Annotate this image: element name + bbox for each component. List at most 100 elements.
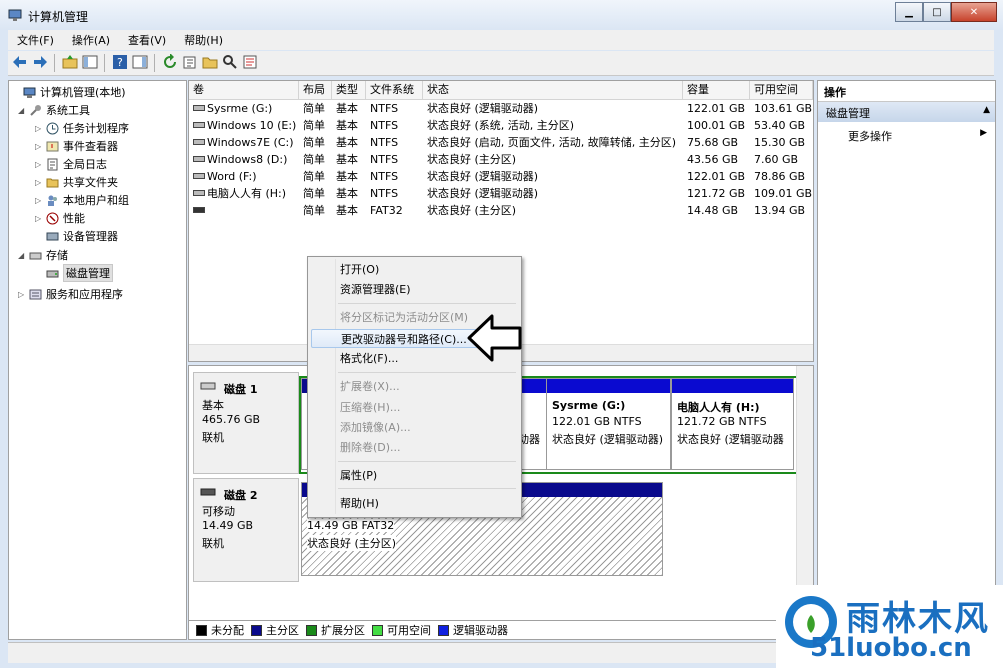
minimize-icon: ▁ [905, 6, 913, 18]
partition-sysrme[interactable]: Sysrme (G:) 122.01 GB NTFS 状态良好 (逻辑驱动器) [546, 378, 671, 470]
vertical-scrollbar[interactable] [796, 366, 813, 622]
help-icon[interactable]: ? [112, 54, 128, 70]
cell-filesystem: NTFS [370, 187, 399, 200]
up-folder-icon[interactable] [62, 54, 78, 70]
minimize-button[interactable]: ▁ [895, 2, 923, 22]
column-header-capacity[interactable]: 容量 [683, 81, 750, 99]
cell-filesystem: NTFS [370, 136, 399, 149]
menu-item-extend: 扩展卷(X)... [340, 380, 400, 393]
legend-swatch [438, 624, 449, 636]
disk1-size: 465.76 GB [202, 413, 261, 426]
partition-size: 121.72 GB NTFS [677, 415, 767, 428]
tree-item-label: 计算机管理(本地) [40, 86, 126, 99]
open-folder-icon[interactable] [202, 54, 218, 70]
expand-arrow-icon[interactable]: ▷ [35, 142, 44, 151]
tree-item-disk-management[interactable]: 磁盘管理 [35, 264, 113, 282]
properties-icon[interactable] [242, 54, 258, 70]
expand-arrow-icon[interactable]: ▷ [18, 290, 27, 299]
disk2-size: 14.49 GB [202, 519, 254, 532]
tree-item-event-viewer[interactable]: ▷ 事件查看器 [35, 138, 118, 154]
volume-icon [193, 173, 205, 179]
menu-action[interactable]: 操作(A) [63, 32, 119, 48]
menu-item-open[interactable]: 打开(O) [311, 260, 516, 279]
expand-arrow-icon[interactable]: ▷ [35, 196, 44, 205]
title-bar: 计算机管理 ▁ □ ✕ [0, 0, 1003, 30]
column-header-free-space[interactable]: 可用空间 [750, 81, 813, 99]
menu-file[interactable]: 文件(F) [8, 32, 63, 48]
tree-item-label: 系统工具 [46, 104, 90, 117]
table-row[interactable]: Windows 10 (E:) 简单 基本 NTFS 状态良好 (系统, 活动, 主分区… [189, 117, 813, 134]
table-row[interactable]: 简单 基本 FAT32 状态良好 (主分区) 14.48 GB 13.94 GB [189, 202, 813, 219]
refresh-icon[interactable] [162, 54, 178, 70]
tree-item-local-users[interactable]: ▷ 本地用户和组 [35, 192, 129, 208]
forward-arrow-icon[interactable] [32, 54, 48, 70]
collapse-arrow-icon[interactable]: ◢ [18, 106, 27, 115]
table-row[interactable]: 电脑人人有 (H:) 简单 基本 NTFS 状态良好 (逻辑驱动器) 121.72 GB 1… [189, 185, 813, 202]
actions-section-disk-management[interactable]: 磁盘管理 ▲ [818, 102, 995, 122]
navigation-tree: 计算机管理(本地) ◢ 系统工具 ▷ 任务计划程序 ▷ 事件查看器 ▷ 全局日志 ▷ 共享… [8, 80, 187, 640]
cell-status: 状态良好 (主分区) [427, 153, 517, 166]
table-row[interactable]: Windows8 (D:) 简单 基本 NTFS 状态良好 (主分区) 43.56 GB 7… [189, 151, 813, 168]
tree-item-storage[interactable]: ◢ 存储 [18, 247, 68, 263]
tools-icon [30, 104, 41, 116]
close-icon: ✕ [969, 6, 979, 18]
column-header-layout[interactable]: 布局 [299, 81, 332, 99]
expand-arrow-icon[interactable]: ▷ [35, 124, 44, 133]
tree-item-label: 磁盘管理 [63, 264, 113, 282]
menu-help[interactable]: 帮助(H) [175, 32, 232, 48]
cell-type: 基本 [336, 153, 358, 166]
volume-icon [193, 207, 205, 213]
tree-item-task-scheduler[interactable]: ▷ 任务计划程序 [35, 120, 129, 136]
cell-filesystem: NTFS [370, 119, 399, 132]
menu-item-explore[interactable]: 资源管理器(E) [311, 280, 516, 299]
expand-arrow-icon[interactable]: ▷ [35, 214, 44, 223]
table-row[interactable]: Sysrme (G:) 简单 基本 NTFS 状态良好 (逻辑驱动器) 122.01 GB… [189, 100, 813, 117]
legend-item: 逻辑驱动器 [438, 622, 508, 638]
tree-item-root[interactable]: 计算机管理(本地) [12, 84, 126, 100]
disk2-label[interactable]: 磁盘 2 可移动 14.49 GB 联机 [193, 478, 299, 582]
menu-item-properties[interactable]: 属性(P) [311, 466, 516, 485]
tree-item-shared-folders[interactable]: ▷ 共享文件夹 [35, 174, 118, 190]
partition-renren[interactable]: 电脑人人有 (H:) 121.72 GB NTFS 状态良好 (逻辑驱动器 [671, 378, 794, 470]
table-row[interactable]: Word (F:) 简单 基本 NTFS 状态良好 (逻辑驱动器) 122.01 GB 78… [189, 168, 813, 185]
more-actions-item[interactable]: 更多操作 ▶ [818, 125, 995, 145]
export-list-icon[interactable] [182, 54, 198, 70]
back-arrow-icon[interactable] [12, 54, 28, 70]
cell-free-space: 7.60 GB [754, 153, 799, 166]
context-menu: 打开(O) 资源管理器(E) 将分区标记为活动分区(M) 更改驱动器号和路径(C… [307, 256, 522, 518]
partition-status: 状态良好 (逻辑驱动器 [677, 433, 784, 446]
table-row[interactable]: Windows7E (C:) 简单 基本 NTFS 状态良好 (启动, 页面文件, 活动… [189, 134, 813, 151]
expand-arrow-icon[interactable]: ▷ [35, 160, 44, 169]
menu-item-help[interactable]: 帮助(H) [311, 494, 516, 513]
tree-item-system-tools[interactable]: ◢ 系统工具 [18, 102, 90, 118]
column-header-filesystem[interactable]: 文件系统 [366, 81, 423, 99]
disk1-label[interactable]: 磁盘 1 基本 465.76 GB 联机 [193, 372, 299, 474]
tree-item-global-log[interactable]: ▷ 全局日志 [35, 156, 107, 172]
tree-item-performance[interactable]: ▷ 性能 [35, 210, 85, 226]
disk2-status: 联机 [202, 537, 224, 550]
menu-view[interactable]: 查看(V) [119, 32, 175, 48]
cell-free-space: 109.01 GB [754, 187, 813, 200]
device-manager-icon [46, 232, 59, 240]
cell-capacity: 121.72 GB [687, 187, 746, 200]
cell-layout: 简单 [303, 170, 325, 183]
search-icon[interactable] [222, 54, 238, 70]
show-hide-action-pane-icon[interactable] [132, 54, 148, 70]
tree-item-device-manager[interactable]: 设备管理器 [35, 228, 118, 244]
computer-management-icon [8, 9, 22, 21]
show-hide-tree-icon[interactable] [82, 54, 98, 70]
close-button[interactable]: ✕ [951, 2, 997, 22]
tree-item-label: 共享文件夹 [63, 176, 118, 189]
column-header-status[interactable]: 状态 [423, 81, 683, 99]
collapse-arrow-icon[interactable]: ◢ [18, 251, 27, 260]
tree-item-label: 设备管理器 [63, 230, 118, 243]
maximize-button[interactable]: □ [923, 2, 951, 22]
tree-item-services-apps[interactable]: ▷ 服务和应用程序 [18, 286, 123, 302]
expand-arrow-icon[interactable]: ▷ [35, 178, 44, 187]
cell-capacity: 75.68 GB [687, 136, 739, 149]
cell-filesystem: NTFS [370, 170, 399, 183]
column-header-type[interactable]: 类型 [332, 81, 366, 99]
partition-name: 电脑人人有 (H:) [677, 401, 760, 414]
column-header-volume[interactable]: 卷 [189, 81, 299, 99]
collapse-up-icon[interactable]: ▲ [983, 105, 990, 115]
